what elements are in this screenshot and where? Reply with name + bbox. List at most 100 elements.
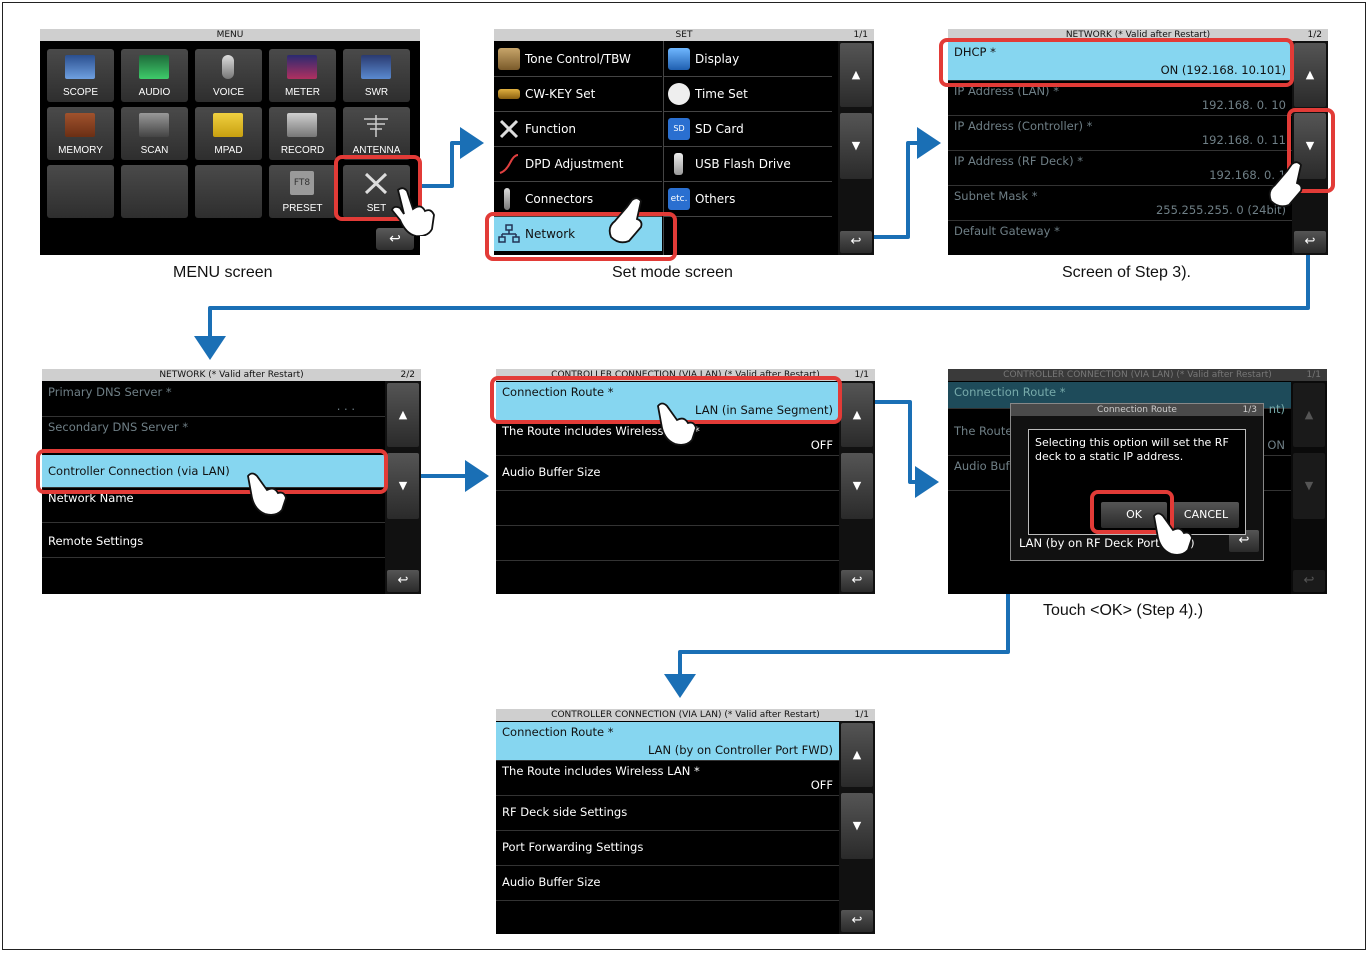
function-item[interactable]: Function bbox=[494, 112, 662, 147]
swr-icon bbox=[361, 55, 391, 79]
mpad-button[interactable]: MPAD bbox=[195, 107, 262, 160]
meter-button[interactable]: METER bbox=[269, 49, 336, 102]
back-button: ↩ bbox=[1293, 570, 1325, 592]
memory-icon bbox=[65, 113, 95, 137]
dpd-curve-icon bbox=[498, 153, 520, 175]
set-title: SET 1/1 bbox=[494, 29, 874, 41]
scroll-down-button[interactable]: ▼ bbox=[841, 453, 873, 519]
scroll-up-button[interactable]: ▲ bbox=[1294, 43, 1326, 107]
dialog-message: Selecting this option will set the RF de… bbox=[1035, 436, 1229, 463]
meter-icon bbox=[287, 55, 317, 79]
tools-icon bbox=[498, 118, 520, 140]
antenna-icon bbox=[361, 113, 391, 137]
scan-button[interactable]: SCAN bbox=[121, 107, 188, 160]
scope-icon bbox=[65, 55, 95, 79]
back-button[interactable]: ↩ bbox=[841, 570, 873, 592]
scroll-up-button[interactable]: ▲ bbox=[387, 383, 419, 447]
network2-scrollbar: ▲ ▼ ↩ bbox=[385, 381, 421, 594]
ccon-title: CONTROLLER CONNECTION (VIA LAN) (* Valid… bbox=[496, 709, 875, 721]
controller-connection-callout bbox=[36, 449, 388, 494]
usb-flash-drive-item[interactable]: USB Flash Drive bbox=[664, 147, 832, 182]
ip-address-controller-row[interactable]: IP Address (Controller) * 192.168. 0. 11 bbox=[948, 116, 1292, 151]
connection-route-popup-screen: CONTROLLER CONNECTION (VIA LAN) (* Valid… bbox=[948, 369, 1327, 594]
connector-icon bbox=[504, 188, 510, 210]
touch-hand-icon bbox=[1268, 161, 1303, 208]
record-button[interactable]: RECORD bbox=[269, 107, 336, 160]
sd-card-item[interactable]: SD SD Card bbox=[664, 112, 832, 147]
ip-address-rf-deck-row[interactable]: IP Address (RF Deck) * 192.168. 0. 1 bbox=[948, 151, 1292, 186]
menu-caption: MENU screen bbox=[173, 264, 273, 281]
monitor-icon bbox=[668, 48, 690, 70]
tone-control-icon bbox=[498, 48, 520, 70]
empty-slot-2 bbox=[121, 165, 188, 218]
dhcp-callout bbox=[939, 38, 1294, 87]
antenna-button[interactable]: ANTENNA bbox=[343, 107, 410, 160]
step4-caption: Touch <OK> (Step 4).) bbox=[1043, 602, 1204, 619]
cw-key-item[interactable]: CW-KEY Set bbox=[494, 77, 662, 112]
sd-card-icon: SD bbox=[668, 118, 690, 140]
audio-icon bbox=[139, 55, 169, 79]
back-button[interactable]: ↩ bbox=[841, 910, 873, 932]
time-set-item[interactable]: Time Set bbox=[664, 77, 832, 112]
back-button[interactable]: ↩ bbox=[387, 570, 419, 592]
scroll-up-button[interactable]: ▲ bbox=[841, 723, 873, 787]
scroll-down-button[interactable]: ▼ bbox=[840, 113, 872, 179]
touch-hand-icon bbox=[390, 187, 435, 236]
arrow-menu-to-set bbox=[416, 127, 484, 188]
popup-scrollbar: ▲ ▼ ↩ bbox=[1291, 381, 1327, 594]
binoculars-icon bbox=[139, 113, 169, 137]
result-scrollbar: ▲ ▼ ↩ bbox=[839, 721, 875, 934]
primary-dns-row[interactable]: Primary DNS Server *. . . bbox=[42, 382, 385, 417]
swr-button[interactable]: SWR bbox=[343, 49, 410, 102]
audio-buffer-size-row[interactable]: Audio Buffer Size bbox=[496, 456, 839, 491]
rf-deck-settings-row[interactable]: RF Deck side Settings bbox=[496, 796, 839, 831]
remote-settings-row[interactable]: Remote Settings bbox=[42, 523, 385, 558]
scroll-down-button: ▼ bbox=[1293, 453, 1325, 519]
usb-drive-icon bbox=[674, 153, 683, 175]
back-button[interactable]: ↩ bbox=[840, 231, 872, 253]
secondary-dns-row[interactable]: Secondary DNS Server * bbox=[42, 417, 385, 452]
scroll-up-button: ▲ bbox=[1293, 383, 1325, 447]
clock-icon bbox=[668, 83, 690, 105]
port-forwarding-row[interactable]: Port Forwarding Settings bbox=[496, 831, 839, 866]
scroll-up-button[interactable]: ▲ bbox=[840, 43, 872, 107]
memory-button[interactable]: MEMORY bbox=[47, 107, 114, 160]
scroll-down-button[interactable]: ▼ bbox=[841, 793, 873, 859]
set-caption: Set mode screen bbox=[612, 264, 733, 281]
tone-control-item[interactable]: Tone Control/TBW bbox=[494, 42, 662, 77]
scope-button[interactable]: SCOPE bbox=[47, 49, 114, 102]
notepad-icon bbox=[213, 113, 243, 137]
popup-title: Connection Route 1/3 bbox=[1011, 404, 1263, 416]
ft8-icon: FT8 bbox=[290, 171, 314, 195]
connection-route-row[interactable]: Connection Route * LAN (by on Controller … bbox=[496, 722, 839, 761]
touch-hand-icon bbox=[247, 472, 287, 516]
menu-screen: MENU SCOPE AUDIO VOICE METER SWR MEMORY … bbox=[40, 29, 420, 255]
voice-button[interactable]: VOICE bbox=[195, 49, 262, 102]
default-gateway-row[interactable]: Default Gateway * bbox=[948, 221, 1292, 255]
audio-button[interactable]: AUDIO bbox=[121, 49, 188, 102]
microphone-icon bbox=[222, 55, 234, 79]
scroll-down-button[interactable]: ▼ bbox=[387, 453, 419, 519]
audio-buffer-size-row[interactable]: Audio Buffer Size bbox=[496, 866, 839, 901]
menu-title: MENU bbox=[40, 29, 420, 41]
back-button[interactable]: ↩ bbox=[1294, 231, 1326, 253]
others-item[interactable]: etc. Others bbox=[664, 182, 832, 217]
etc-icon: etc. bbox=[668, 188, 690, 210]
cw-key-icon bbox=[498, 89, 520, 99]
empty-slot-1 bbox=[47, 165, 114, 218]
display-item[interactable]: Display bbox=[664, 42, 832, 77]
empty-row bbox=[496, 526, 839, 561]
cassette-icon bbox=[287, 113, 317, 137]
set-scrollbar: ▲ ▼ ↩ bbox=[838, 41, 874, 255]
touch-hand-icon bbox=[657, 402, 697, 446]
network-title: NETWORK (* Valid after Restart) 2/2 bbox=[42, 369, 421, 381]
ccon-title: CONTROLLER CONNECTION (VIA LAN) (* Valid… bbox=[948, 369, 1327, 381]
wireless-lan-row[interactable]: The Route includes Wireless LAN * OFF bbox=[496, 761, 839, 796]
dpd-adjustment-item[interactable]: DPD Adjustment bbox=[494, 147, 662, 182]
scroll-up-button[interactable]: ▲ bbox=[841, 383, 873, 447]
preset-button[interactable]: FT8 PRESET bbox=[269, 165, 336, 218]
subnet-mask-row[interactable]: Subnet Mask * 255.255.255. 0 (24bit) bbox=[948, 186, 1292, 221]
touch-hand-icon bbox=[608, 197, 643, 244]
ccon-scrollbar: ▲ ▼ ↩ bbox=[839, 381, 875, 594]
empty-row bbox=[496, 491, 839, 526]
